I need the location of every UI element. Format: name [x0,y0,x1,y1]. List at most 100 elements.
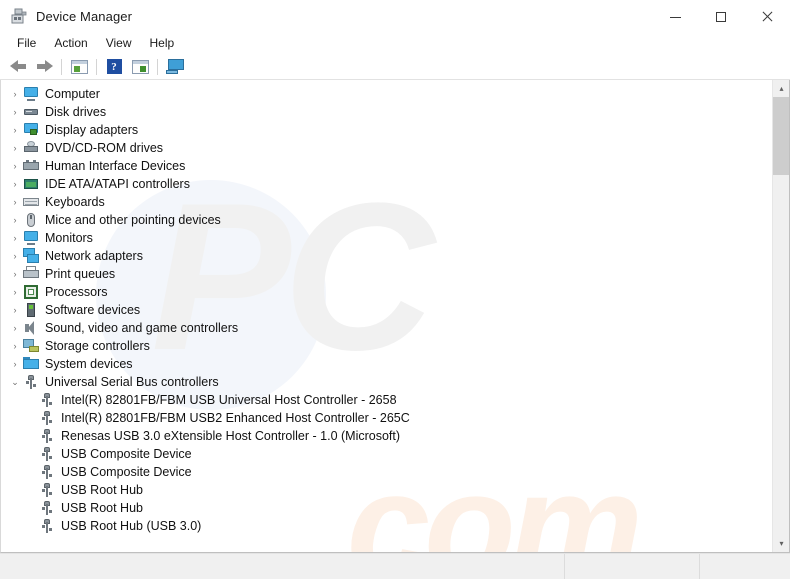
tree-item-label: USB Composite Device [61,465,192,479]
chevron-right-icon[interactable]: › [7,175,23,193]
chevron-right-icon[interactable]: › [7,247,23,265]
chevron-right-icon[interactable]: › [7,121,23,139]
display-adapter-icon [23,122,39,138]
arrow-left-icon [9,60,27,73]
chevron-right-icon[interactable]: › [7,103,23,121]
forward-button[interactable] [31,55,57,79]
tree-item[interactable]: › DVD/CD-ROM drives [1,139,772,157]
tree-item[interactable]: › Human Interface Devices [1,157,772,175]
back-button[interactable] [5,55,31,79]
usb-icon [23,374,39,390]
chevron-right-icon[interactable]: › [7,337,23,355]
mouse-icon [23,212,39,228]
tree-item[interactable]: › IDE ATA/ATAPI controllers [1,175,772,193]
chevron-right-icon[interactable]: › [7,139,23,157]
tree-item[interactable]: › Computer [1,85,772,103]
processor-icon [23,284,39,300]
caption-buttons [652,0,790,32]
chevron-right-icon[interactable]: › [7,283,23,301]
scroll-up-button[interactable]: ▴ [773,80,789,97]
tree-item[interactable]: › Disk drives [1,103,772,121]
menu-item-file[interactable]: File [8,34,45,52]
chevron-right-icon[interactable]: › [7,355,23,373]
device-manager-window: Device Manager File Action View Help ? P… [0,0,790,579]
chevron-down-icon[interactable]: ⌄ [7,373,23,391]
monitor-scan-icon [166,59,184,74]
minimize-button[interactable] [652,0,698,32]
tree-item[interactable]: › Monitors [1,229,772,247]
storage-controller-icon [23,338,39,354]
tree-item[interactable]: ⌄ Universal Serial Bus controllers [1,373,772,391]
properties-icon [131,59,149,74]
chevron-right-icon[interactable]: › [7,157,23,175]
tree-item[interactable]: › Storage controllers [1,337,772,355]
tree-item[interactable]: › Print queues [1,265,772,283]
tree-item[interactable]: USB Root Hub [1,499,772,517]
menu-item-action[interactable]: Action [45,34,96,52]
tree-item-label: Storage controllers [45,339,150,353]
properties-button[interactable] [127,55,153,79]
tree-item[interactable]: Renesas USB 3.0 eXtensible Host Controll… [1,427,772,445]
keyboard-icon [23,194,39,210]
chevron-right-icon[interactable]: › [7,229,23,247]
tree-item[interactable]: USB Root Hub (USB 3.0) [1,517,772,535]
tree-item[interactable]: › Mice and other pointing devices [1,211,772,229]
show-hide-console-tree-button[interactable] [66,55,92,79]
scrollbar-track[interactable] [773,97,789,535]
tree-item[interactable]: USB Root Hub [1,481,772,499]
tree-item-label: Monitors [45,231,93,245]
tree-item-label: Display adapters [45,123,139,137]
system-device-icon [23,356,39,372]
toolbar-separator [61,58,62,75]
tree-item-label: USB Root Hub [61,483,143,497]
question-mark-icon: ? [106,59,122,74]
maximize-button[interactable] [698,0,744,32]
tree-item[interactable]: Intel(R) 82801FB/FBM USB2 Enhanced Host … [1,409,772,427]
menu-item-view[interactable]: View [97,34,141,52]
tree-item-label: USB Root Hub (USB 3.0) [61,519,202,533]
tree-item-label: USB Root Hub [61,501,143,515]
tree-item-label: Mice and other pointing devices [45,213,221,227]
tree-item[interactable]: › Keyboards [1,193,772,211]
chevron-right-icon[interactable]: › [7,301,23,319]
chevron-right-icon[interactable]: › [7,319,23,337]
tree-item-label: Print queues [45,267,116,281]
chevron-right-icon[interactable]: › [7,85,23,103]
tree-item-label: Processors [45,285,108,299]
menu-item-help[interactable]: Help [141,34,184,52]
monitor-icon [23,230,39,246]
tree-item[interactable]: USB Composite Device [1,445,772,463]
tree-item[interactable]: › Network adapters [1,247,772,265]
tree-item[interactable]: USB Composite Device [1,463,772,481]
chevron-right-icon[interactable]: › [7,193,23,211]
device-tree-panel: PC .com › Computer › Disk drives › Display ad… [0,80,790,553]
tree-item-label: Renesas USB 3.0 eXtensible Host Controll… [61,429,401,443]
computer-icon [23,86,39,102]
device-tree[interactable]: › Computer › Disk drives › Display adapters › D… [1,80,772,552]
tree-item-label: Human Interface Devices [45,159,186,173]
hid-icon [23,158,39,174]
scroll-down-button[interactable]: ▾ [773,535,789,552]
tree-item[interactable]: › Display adapters [1,121,772,139]
tree-item[interactable]: › Processors [1,283,772,301]
console-tree-icon [70,59,88,74]
tree-item-label: Universal Serial Bus controllers [45,375,219,389]
tree-item[interactable]: › System devices [1,355,772,373]
tree-item[interactable]: Intel(R) 82801FB/FBM USB Universal Host … [1,391,772,409]
tree-item[interactable]: › Software devices [1,301,772,319]
scrollbar-thumb[interactable] [773,97,789,175]
status-pane-end [700,554,790,579]
vertical-scrollbar[interactable]: ▴ ▾ [772,80,789,552]
close-button[interactable] [744,0,790,32]
device-manager-icon [10,7,28,25]
usb-icon [39,410,55,426]
disk-drive-icon [23,104,39,120]
usb-icon [39,482,55,498]
tree-item-label: Keyboards [45,195,105,209]
help-button[interactable]: ? [101,55,127,79]
chevron-right-icon[interactable]: › [7,265,23,283]
scan-hardware-changes-button[interactable] [162,55,188,79]
tree-item[interactable]: › Sound, video and game controllers [1,319,772,337]
arrow-right-icon [36,60,53,73]
chevron-right-icon[interactable]: › [7,211,23,229]
